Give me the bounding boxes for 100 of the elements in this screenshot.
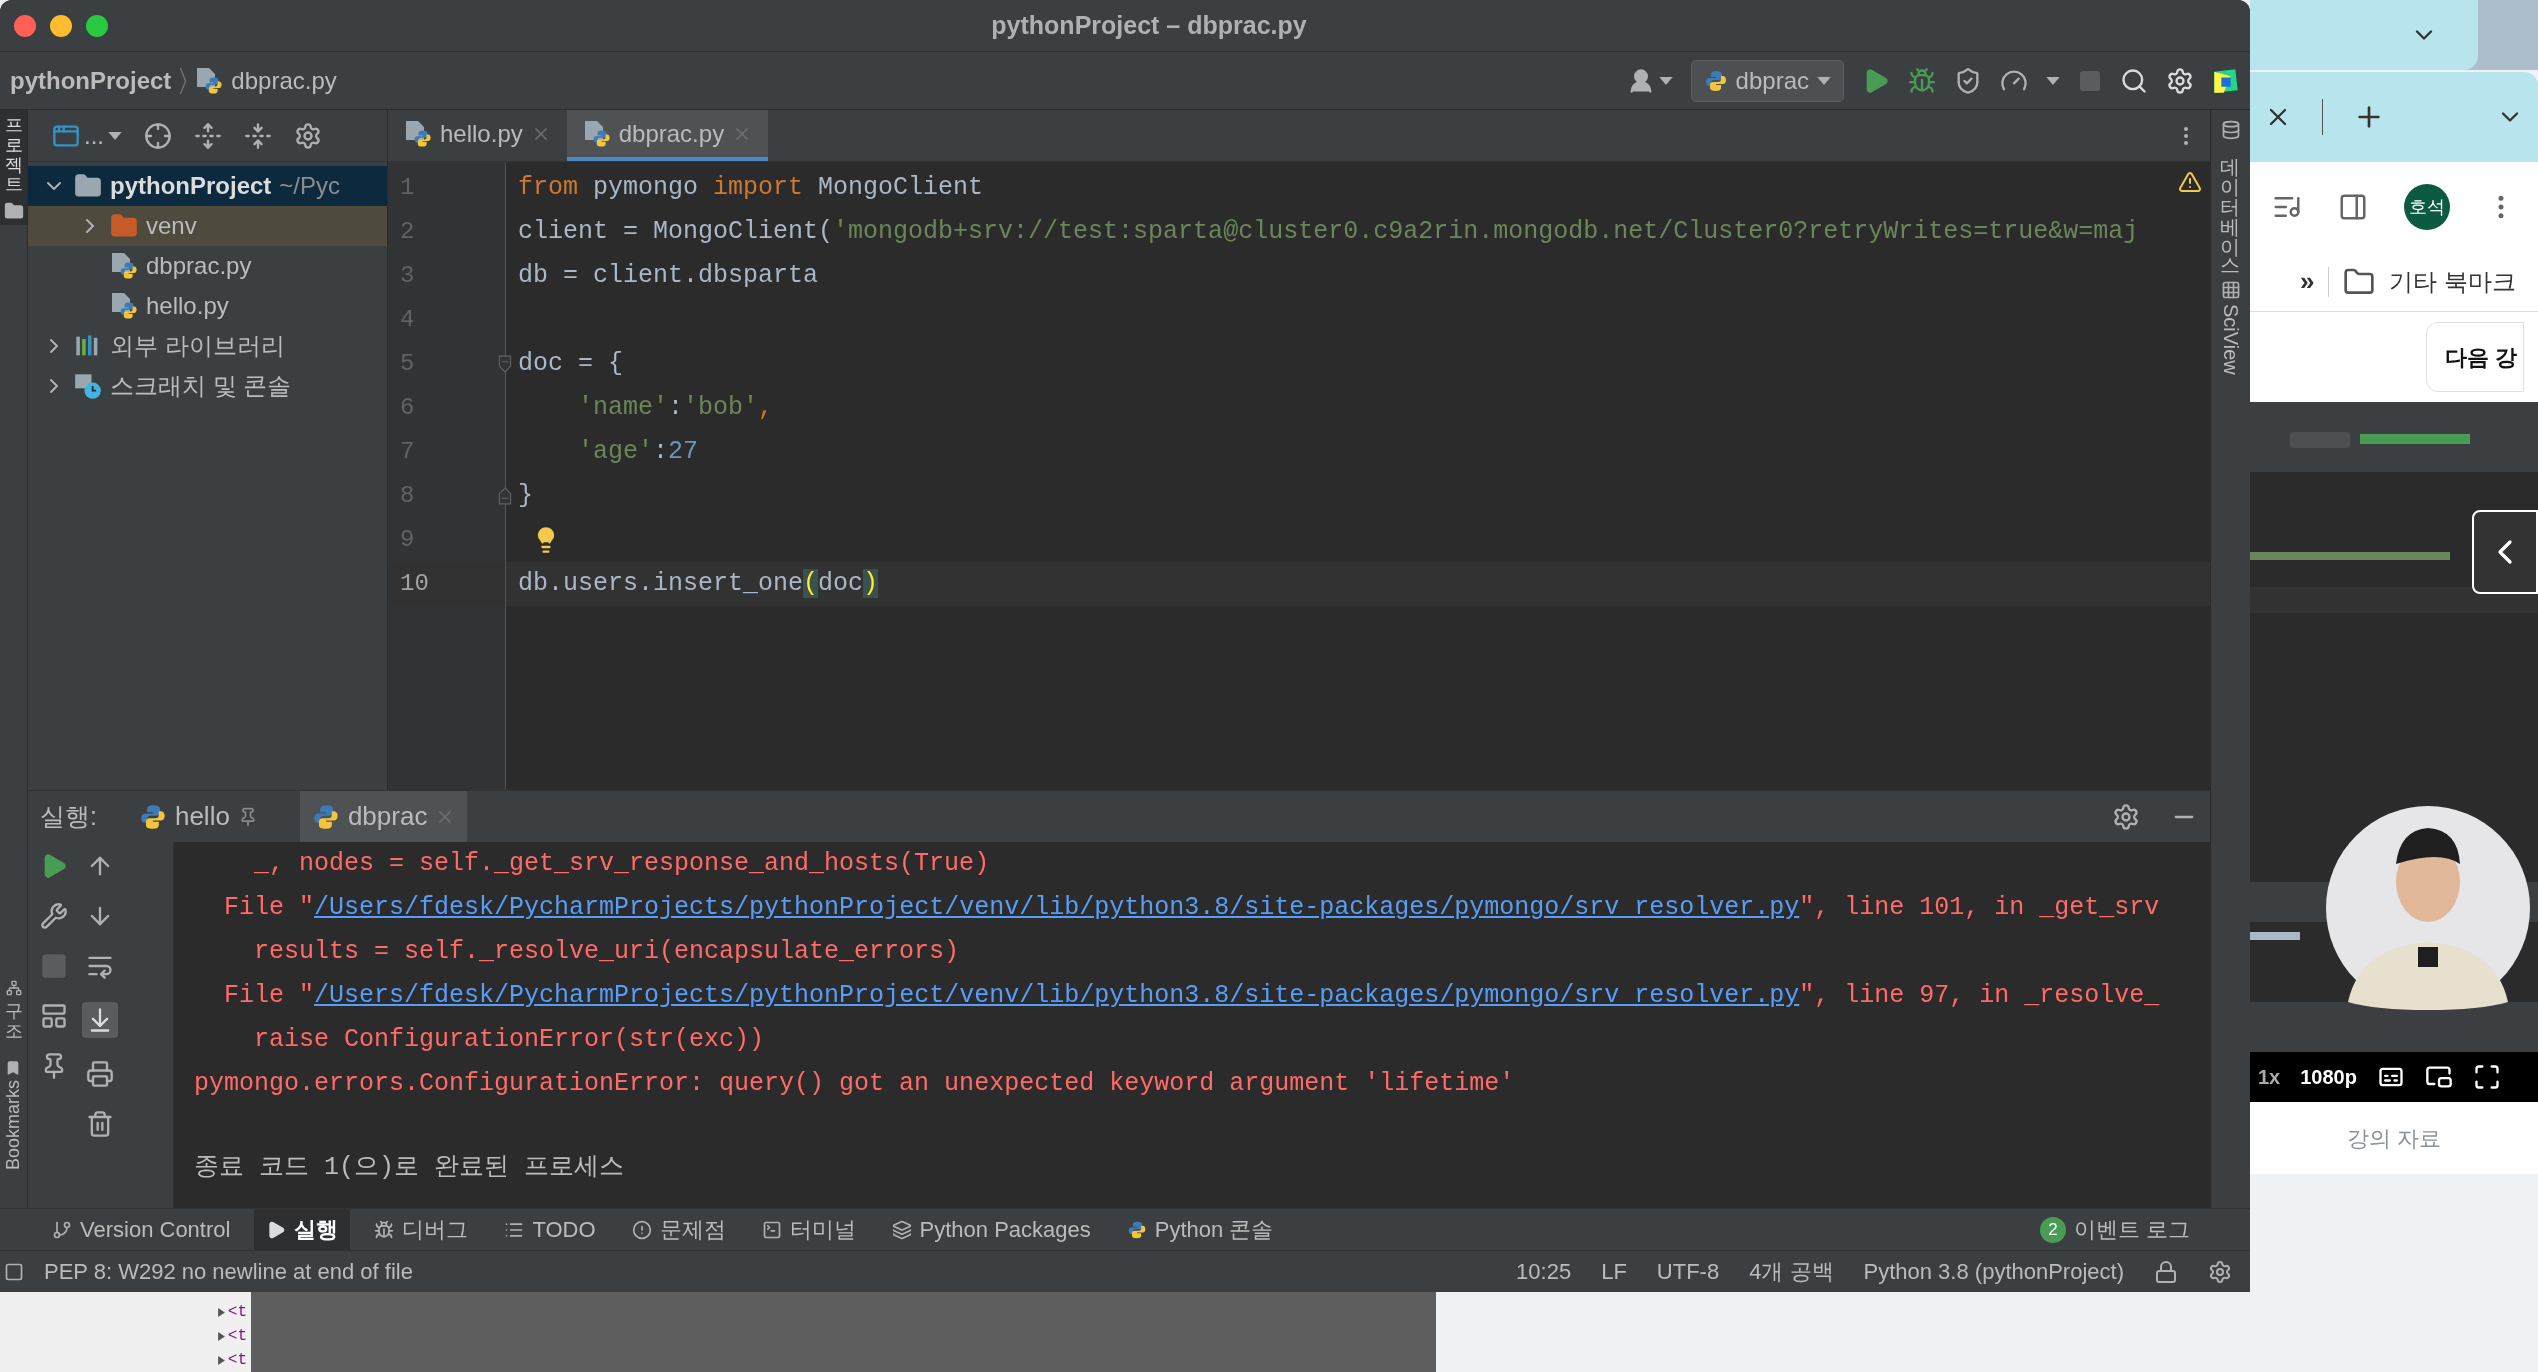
bug-icon[interactable] xyxy=(1908,66,1936,95)
tool-window-button[interactable]: 문제점 xyxy=(619,1209,738,1250)
tree-item[interactable]: 스크래치 및 콘솔 xyxy=(28,366,387,406)
python-icon xyxy=(138,802,167,831)
view-mode-label[interactable]: ... xyxy=(84,117,104,154)
layers-icon xyxy=(891,1219,912,1240)
caret-icon[interactable] xyxy=(1817,76,1831,85)
collapse-all-icon[interactable] xyxy=(244,121,272,150)
branch-icon xyxy=(52,1219,72,1240)
tree-item[interactable]: dbprac.py xyxy=(28,246,387,286)
next-lecture-button[interactable]: 다음 강 xyxy=(2426,322,2525,392)
status-item[interactable]: Python 3.8 (pythonProject) xyxy=(1863,1255,2124,1288)
status-item[interactable]: 4개 공백 xyxy=(1749,1255,1834,1288)
line-number: 10 xyxy=(399,569,429,599)
expand-triangle-icon[interactable] xyxy=(216,1355,226,1365)
tree-item-label: hello.py xyxy=(146,291,229,321)
lecture-materials-tab[interactable]: 강의 자료 xyxy=(2346,1121,2442,1155)
alert-icon xyxy=(631,1219,652,1240)
python-file-icon xyxy=(110,252,138,280)
tool-window-button[interactable]: Version Control xyxy=(40,1209,243,1250)
tree-item[interactable]: hello.py xyxy=(28,286,387,326)
run-tab[interactable]: dbprac xyxy=(299,791,468,842)
printer-icon[interactable] xyxy=(86,1060,114,1088)
close-window-button[interactable] xyxy=(14,14,36,37)
tree-item-label: venv xyxy=(146,211,197,241)
profile-avatar[interactable]: 호석 xyxy=(2404,184,2450,230)
caret-icon[interactable] xyxy=(2046,76,2060,85)
expand-triangle-icon[interactable] xyxy=(216,1331,226,1341)
settings-icon[interactable] xyxy=(2166,66,2194,95)
code-line: client = MongoClient('mongodb+srv://test:sparta@cluster0.c9a2rin.mongodb.net/Cluster0?retryWrites=true&w=maj xyxy=(518,216,2139,249)
python-icon xyxy=(1703,68,1728,93)
status-item[interactable]: LF xyxy=(1601,1255,1627,1288)
playback-speed[interactable]: 1x xyxy=(2258,1062,2281,1092)
tree-item-path: ~/Pyc xyxy=(279,171,341,201)
tree-item[interactable]: pythonProject ~/Pyc xyxy=(28,166,387,206)
code-line: db.users.insert_one(doc) xyxy=(518,568,879,601)
tool-stripe-tab[interactable]: 데이터베이스 xyxy=(2219,144,2242,264)
folder-icon[interactable] xyxy=(3,201,24,222)
tool-window-button[interactable]: Python 콘솔 xyxy=(1114,1209,1286,1250)
run-tab[interactable]: hello xyxy=(126,791,270,842)
tree-item[interactable]: 외부 라이브러리 xyxy=(28,326,387,366)
video-quality[interactable]: 1080p xyxy=(2300,1062,2357,1092)
inspection-settings-icon[interactable] xyxy=(2208,1259,2232,1284)
python-file-icon xyxy=(404,119,432,148)
fold-marker-icon[interactable] xyxy=(498,355,512,373)
settings-icon[interactable] xyxy=(294,121,322,150)
editor-tab[interactable]: hello.py xyxy=(388,110,567,161)
tool-window-button[interactable]: TODO xyxy=(492,1209,608,1250)
code-line: from pymongo import MongoClient xyxy=(518,172,984,205)
tool-window-button[interactable]: 디버그 xyxy=(362,1209,481,1250)
structure-icon[interactable] xyxy=(5,980,22,997)
status-item[interactable]: 10:25 xyxy=(1516,1255,1572,1288)
console-line: results = self._resolve_uri(encapsulate_errors) xyxy=(253,936,960,969)
fold-marker-icon[interactable] xyxy=(498,487,512,505)
collapse-panel-button[interactable] xyxy=(2472,510,2538,594)
tool-window-button[interactable]: Python Packages xyxy=(879,1209,1103,1250)
run-config-dropdown[interactable]: dbprac xyxy=(1690,59,1844,102)
console-line: File "/Users/fdesk/PycharmProjects/pythonProject/venv/lib/python3.8/site-packages/pymongo/srv_resolver.py", line 101, in _get_srv xyxy=(194,886,2160,930)
terminal-icon xyxy=(761,1219,782,1240)
tree-item-label: pythonProject xyxy=(110,171,272,201)
tool-window-button[interactable]: 실행 xyxy=(254,1209,351,1250)
bookmark-folder[interactable]: 기타 북마크 xyxy=(2389,263,2517,300)
ide-logo-icon[interactable] xyxy=(2212,66,2240,95)
code-line: doc = { xyxy=(518,348,624,381)
locate-icon[interactable] xyxy=(144,121,172,150)
tree-item[interactable]: venv xyxy=(28,206,387,246)
play-icon xyxy=(266,1219,287,1240)
scroll-to-end-icon[interactable] xyxy=(82,1002,118,1038)
devtools-element-tag: <t xyxy=(227,1324,247,1348)
caret-icon[interactable] xyxy=(1658,76,1673,85)
file-link[interactable]: /Users/fdesk/PycharmProjects/pythonProject/venv/lib/python3.8/site-packages/pymongo/srv_resolver.py xyxy=(314,889,1800,927)
tool-stripe-tab[interactable]: Bookmarks xyxy=(3,1079,24,1170)
lock-icon[interactable] xyxy=(2154,1259,2178,1284)
tool-stripe-tab[interactable]: SciView xyxy=(2219,304,2242,375)
caret-icon[interactable] xyxy=(108,131,122,140)
editor-tab[interactable]: dbprac.py xyxy=(566,110,769,161)
bookmarks-overflow[interactable]: » xyxy=(2300,262,2315,301)
fullscreen-icon[interactable] xyxy=(2472,1063,2501,1091)
search-icon[interactable] xyxy=(2120,66,2148,95)
database-icon[interactable] xyxy=(2220,120,2241,140)
minimize-window-button[interactable] xyxy=(50,14,72,37)
expand-triangle-icon[interactable] xyxy=(216,1307,226,1317)
tool-stripe-tab[interactable]: 구조 xyxy=(4,1000,23,1044)
breadcrumb-item[interactable]: pythonProject xyxy=(10,62,172,99)
grid-icon[interactable] xyxy=(2220,280,2241,300)
zoom-window-button[interactable] xyxy=(86,14,108,37)
toggle-panels-icon[interactable] xyxy=(4,1261,24,1282)
wrench-icon[interactable] xyxy=(40,902,68,930)
layout-icon[interactable] xyxy=(40,1002,68,1030)
event-log-button[interactable]: 2 이벤트 로그 xyxy=(2039,1213,2210,1246)
expand-all-icon[interactable] xyxy=(194,121,222,150)
settings-icon[interactable] xyxy=(2112,802,2140,831)
status-item[interactable]: UTF-8 xyxy=(1656,1255,1720,1288)
breadcrumb-item[interactable]: dbprac.py xyxy=(231,62,337,99)
file-link[interactable]: /Users/fdesk/PycharmProjects/pythonProject/venv/lib/python3.8/site-packages/pymongo/srv_resolver.py xyxy=(314,977,1800,1015)
warning-icon[interactable] xyxy=(2178,170,2202,194)
tree-item-label: 외부 라이브러리 xyxy=(110,331,285,361)
trash-icon[interactable] xyxy=(86,1110,114,1138)
tool-window-button[interactable]: 터미널 xyxy=(749,1209,868,1250)
console-line: raise ConfigurationError(str(exc)) xyxy=(253,1024,765,1057)
